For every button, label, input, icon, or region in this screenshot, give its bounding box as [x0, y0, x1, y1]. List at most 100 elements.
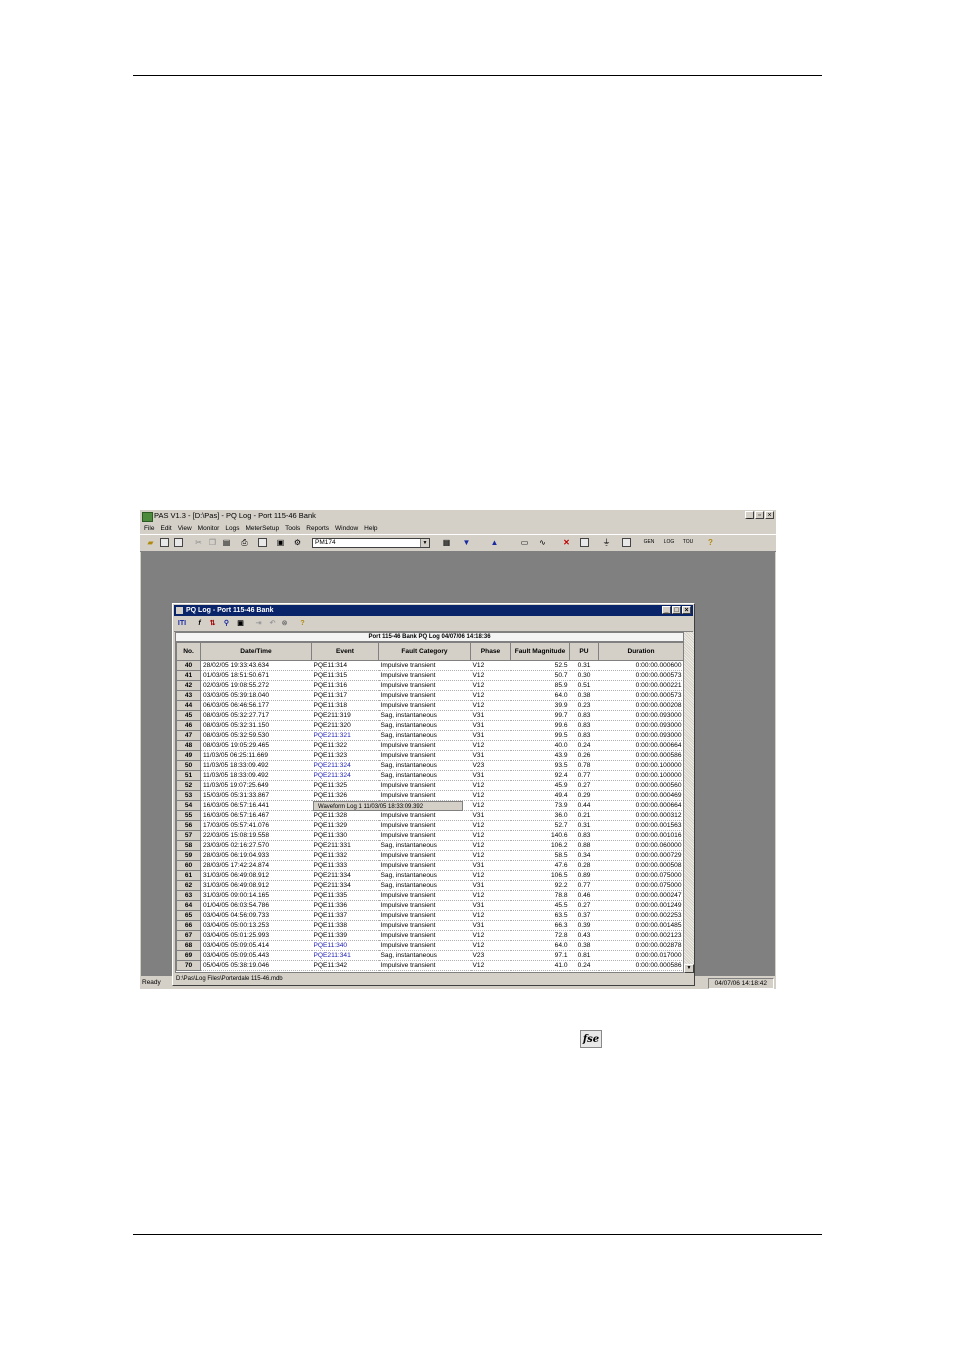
- chevron-down-icon[interactable]: ▼: [420, 539, 429, 547]
- minimize-button[interactable]: _: [745, 511, 754, 519]
- child-maximize-button[interactable]: □: [672, 606, 681, 614]
- delete-icon[interactable]: ✕: [562, 538, 571, 547]
- menu-tools[interactable]: Tools: [285, 523, 300, 534]
- child-minimize-button[interactable]: _: [662, 606, 671, 614]
- gen-icon[interactable]: GEN: [642, 538, 656, 547]
- table-row[interactable]: 53 15/03/05 05:31:33.867 PQE11:326 Impulsiv…: [176, 790, 683, 801]
- child-close-button[interactable]: ×: [682, 606, 691, 614]
- table-row[interactable]: 59 28/03/05 06:19:04.933 PQE11:332 Impulsiv…: [176, 850, 683, 861]
- upload-icon[interactable]: ▲: [490, 538, 499, 547]
- close-button[interactable]: ×: [765, 511, 774, 519]
- save-all-icon[interactable]: [174, 538, 183, 547]
- table-row[interactable]: 63 31/03/05 09:00:14.165 PQE11:335 Impulsiv…: [176, 890, 683, 901]
- event-cell: PQE11:314: [311, 660, 379, 671]
- find-icon[interactable]: ⚲: [222, 619, 231, 628]
- table-row[interactable]: 46 08/03/05 05:32:31.150 PQE211:320 Sag, in…: [176, 720, 683, 731]
- menu-reports[interactable]: Reports: [306, 523, 329, 534]
- site-selector[interactable]: PM174 ▼: [312, 538, 430, 548]
- page-setup-icon[interactable]: [258, 538, 267, 547]
- stop-icon[interactable]: [580, 538, 589, 547]
- undo-icon[interactable]: ↶: [268, 619, 277, 628]
- table-row[interactable]: 60 28/03/05 17:42:24.874 PQE11:333 Impulsiv…: [176, 860, 683, 871]
- row-number: 49: [176, 750, 201, 761]
- iti-curve-button[interactable]: ITI: [176, 619, 188, 628]
- reset-icon[interactable]: ⏚: [602, 538, 611, 547]
- table-view-icon[interactable]: ▦: [442, 538, 451, 547]
- open-folder-icon[interactable]: ▰: [146, 538, 155, 547]
- menu-window[interactable]: Window: [335, 523, 358, 534]
- table-row[interactable]: 70 05/04/05 05:38:19.046 PQE11:342 Impulsiv…: [176, 960, 683, 971]
- table-row[interactable]: 66 03/04/05 05:00:13.253 PQE11:338 Impulsiv…: [176, 920, 683, 931]
- save-icon[interactable]: [160, 538, 169, 547]
- menu-file[interactable]: File: [144, 523, 154, 534]
- restore-button[interactable]: ▫: [755, 511, 764, 519]
- column-header[interactable]: Duration: [598, 642, 683, 661]
- menu-edit[interactable]: Edit: [160, 523, 171, 534]
- tou-icon[interactable]: TOU: [681, 538, 695, 547]
- fault-magnitude-cell: 92.2: [510, 880, 570, 891]
- vertical-scrollbar[interactable]: ▼: [684, 632, 694, 973]
- log-help-icon[interactable]: ?: [298, 619, 307, 628]
- connect-icon[interactable]: ⚙: [293, 538, 302, 547]
- table-row[interactable]: 57 22/03/05 15:08:19.558 PQE11:330 Impulsiv…: [176, 830, 683, 841]
- sort-icon[interactable]: ⇅: [208, 619, 217, 628]
- app-title-bar[interactable]: PAS V1.3 - [D:\Pas] - PQ Log - Port 115-…: [140, 510, 776, 522]
- table-row[interactable]: 42 02/03/05 19:08:55.272 PQE11:316 Impulsiv…: [176, 680, 683, 691]
- column-header[interactable]: Fault Category: [378, 642, 471, 661]
- help-icon[interactable]: ?: [706, 538, 715, 547]
- menu-monitor[interactable]: Monitor: [198, 523, 220, 534]
- table-row[interactable]: 47 08/03/05 05:32:59.530 PQE211:321 Sag, in…: [176, 730, 683, 741]
- table-row[interactable]: 49 11/03/05 06:25:11.669 PQE11:323 Impulsiv…: [176, 750, 683, 761]
- fault-category-cell: Impulsive transient: [378, 860, 471, 871]
- row-number: 66: [176, 920, 201, 931]
- column-header[interactable]: Phase: [470, 642, 511, 661]
- download-icon[interactable]: ▼: [462, 538, 471, 547]
- column-header[interactable]: Fault Magnitude: [510, 642, 570, 661]
- next-event-icon[interactable]: ⇥: [254, 619, 263, 628]
- menu-metersetup[interactable]: MeterSetup: [245, 523, 279, 534]
- table-row[interactable]: 43 03/03/05 05:39:18.040 PQE11:317 Impulsiv…: [176, 690, 683, 701]
- log-icon[interactable]: LOG: [662, 538, 676, 547]
- copy-icon[interactable]: ❐: [208, 538, 217, 547]
- table-row[interactable]: 45 08/03/05 05:32:27.717 PQE211:319 Sag, in…: [176, 710, 683, 721]
- properties-icon[interactable]: ▣: [276, 538, 285, 547]
- log-properties-icon[interactable]: ▣: [236, 619, 245, 628]
- table-row[interactable]: 62 31/03/05 06:49:08.912 PQE211:334 Sag, in…: [176, 880, 683, 891]
- table-row[interactable]: 51 11/03/05 18:33:09.492 PQE211:324 Sag, in…: [176, 770, 683, 781]
- waveform-icon[interactable]: ∿: [538, 538, 547, 547]
- column-header[interactable]: No.: [176, 642, 201, 661]
- menu-help[interactable]: Help: [364, 523, 377, 534]
- table-row[interactable]: 41 01/03/05 18:51:50.671 PQE11:315 Impulsiv…: [176, 670, 683, 681]
- menu-view[interactable]: View: [178, 523, 192, 534]
- cut-icon[interactable]: ✂: [194, 538, 203, 547]
- scroll-down-icon[interactable]: ▼: [684, 964, 694, 973]
- table-row[interactable]: 50 11/03/05 18:33:09.492 PQE211:324 Sag, in…: [176, 760, 683, 771]
- pq-log-title-bar[interactable]: PQ Log - Port 115-46 Bank _ □ ×: [174, 605, 693, 616]
- site-selector-value: PM174: [315, 539, 336, 546]
- table-row[interactable]: 65 03/04/05 04:56:09.733 PQE11:337 Impulsiv…: [176, 910, 683, 921]
- table-row[interactable]: 48 08/03/05 19:05:29.465 PQE11:322 Impulsiv…: [176, 740, 683, 751]
- pu-cell: 0.37: [569, 910, 599, 921]
- table-row[interactable]: 61 31/03/05 06:49:08.912 PQE211:334 Sag, in…: [176, 870, 683, 881]
- table-row[interactable]: 68 03/04/05 05:09:05.414 PQE11:340 Impulsiv…: [176, 940, 683, 951]
- table-row[interactable]: 58 23/03/05 02:16:27.570 PQE211:331 Sag, in…: [176, 840, 683, 851]
- table-row[interactable]: 52 11/03/05 19:07:25.649 PQE11:325 Impulsiv…: [176, 780, 683, 791]
- table-row[interactable]: 69 03/04/05 05:09:05.443 PQE211:341 Sag, in…: [176, 950, 683, 961]
- graph-icon[interactable]: ▭: [520, 538, 529, 547]
- table-row[interactable]: 40 28/02/05 19:33:43.634 PQE11:314 Impulsiv…: [176, 660, 683, 671]
- table-row[interactable]: 67 03/04/05 05:01:25.993 PQE11:339 Impulsiv…: [176, 930, 683, 941]
- table-row[interactable]: 55 16/03/05 06:57:16.467 PQE11:328 Impulsiv…: [176, 810, 683, 821]
- fse-filter-icon[interactable]: f: [195, 619, 204, 628]
- paste-icon[interactable]: ▤: [222, 538, 231, 547]
- column-header[interactable]: Event: [311, 642, 379, 661]
- menu-logs[interactable]: Logs: [225, 523, 239, 534]
- cancel-icon[interactable]: ⊗: [280, 619, 289, 628]
- table-row[interactable]: 44 06/03/05 06:46:56.177 PQE11:318 Impulsiv…: [176, 700, 683, 711]
- column-header[interactable]: Date/Time: [200, 642, 312, 661]
- date-time-cell: 08/03/05 05:32:59.530: [200, 730, 312, 741]
- print-icon[interactable]: ⎙: [240, 538, 249, 547]
- table-row[interactable]: 64 01/04/05 06:03:54.786 PQE11:336 Impulsiv…: [176, 900, 683, 911]
- table-row[interactable]: 56 17/03/05 05:57:41.076 PQE11:329 Impulsiv…: [176, 820, 683, 831]
- column-header[interactable]: PU: [569, 642, 599, 661]
- calendar-icon[interactable]: [622, 538, 631, 547]
